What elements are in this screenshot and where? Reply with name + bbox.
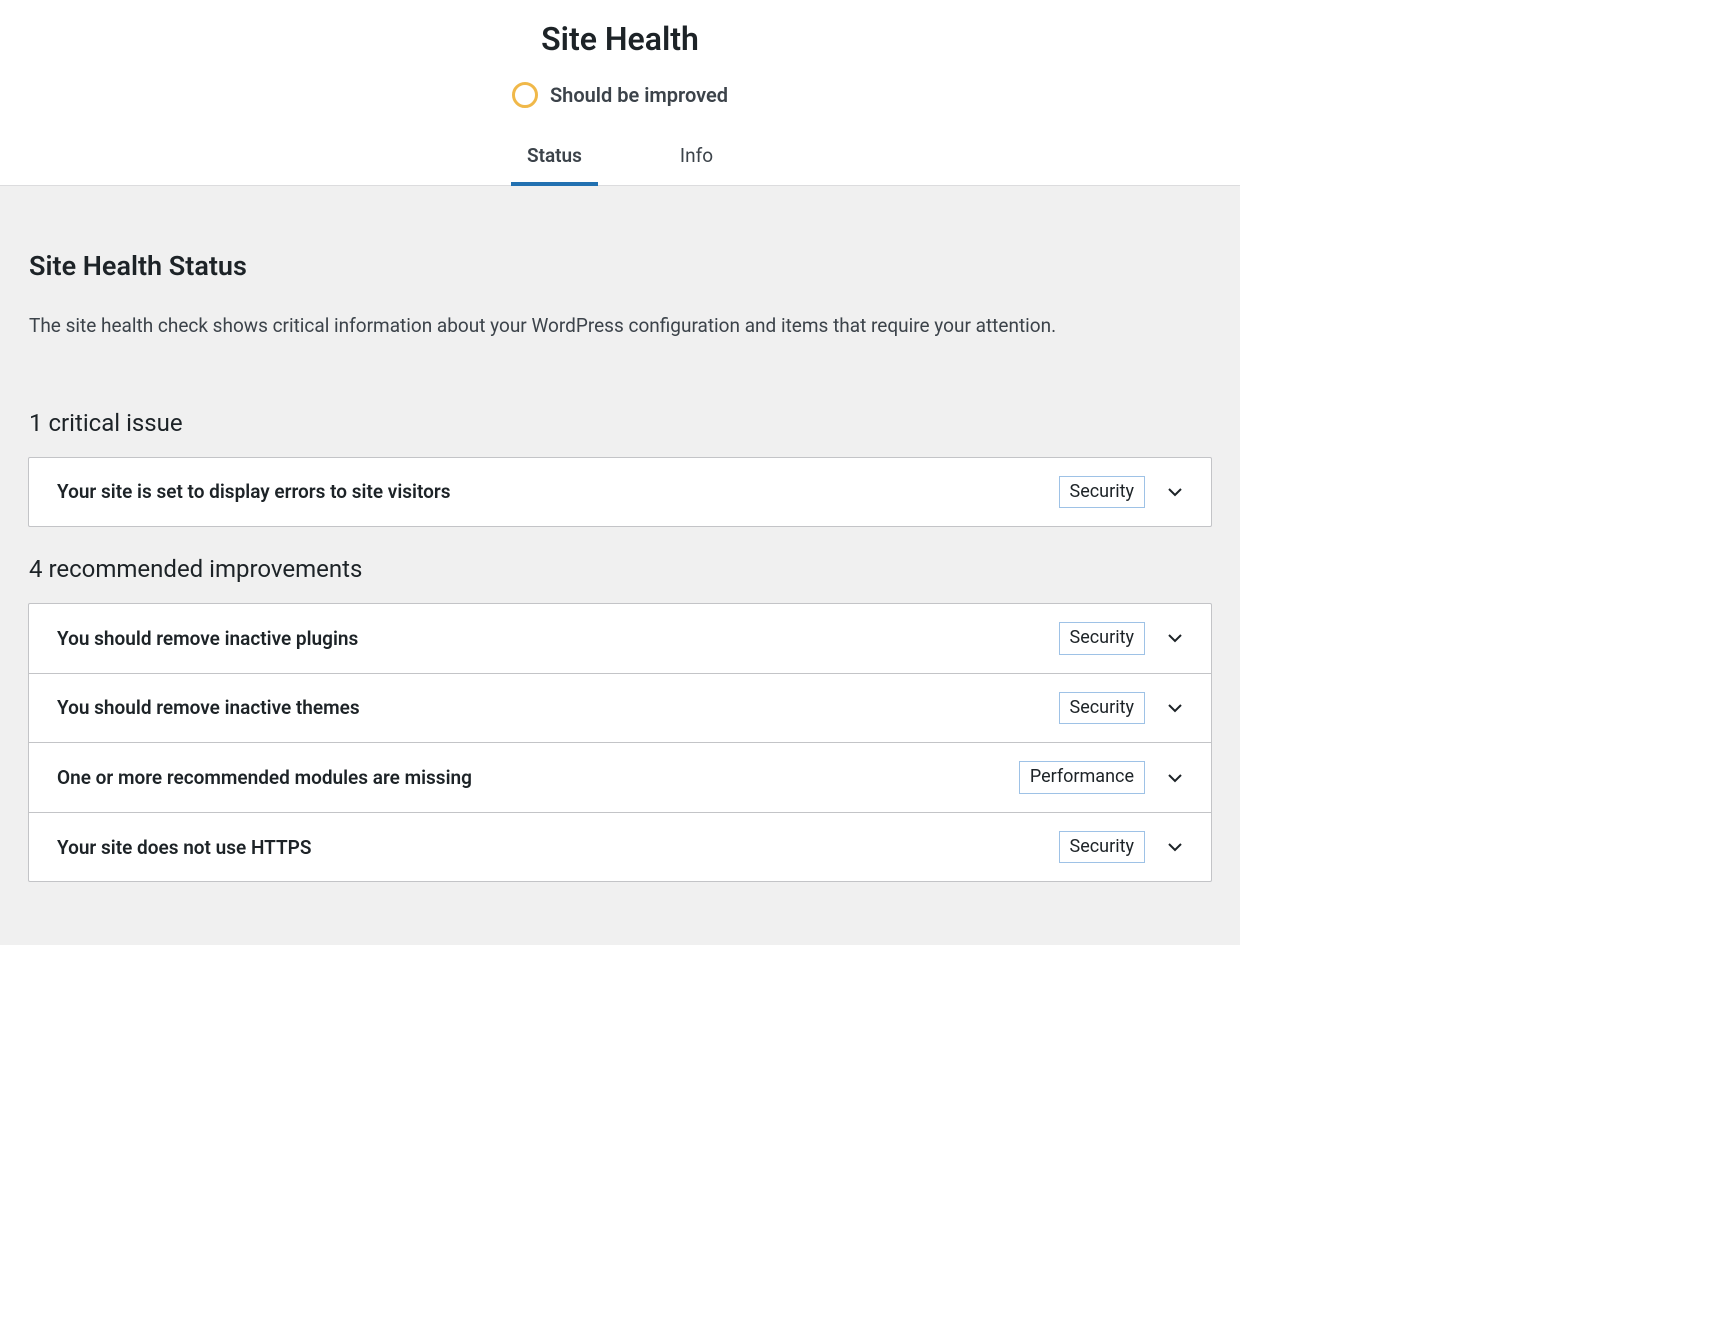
chevron-down-icon <box>1167 630 1183 646</box>
tab-info-label: Info <box>680 144 713 167</box>
recommended-list: You should remove inactive plugins Secur… <box>28 603 1212 882</box>
critical-issue-item[interactable]: Your site is set to display errors to si… <box>29 458 1211 527</box>
status-label: Should be improved <box>550 83 728 107</box>
section-description: The site health check shows critical inf… <box>28 312 1212 381</box>
chevron-down-icon <box>1167 839 1183 855</box>
page-title: Site Health <box>0 14 1240 76</box>
status-progress-icon <box>512 82 538 108</box>
page-header: Site Health Should be improved Status In… <box>0 0 1240 185</box>
issue-title: You should remove inactive plugins <box>57 627 358 650</box>
health-status-indicator: Should be improved <box>0 76 1240 126</box>
chevron-down-icon <box>1167 484 1183 500</box>
issue-title: You should remove inactive themes <box>57 696 360 719</box>
chevron-down-icon <box>1167 770 1183 786</box>
issue-meta: Security <box>1059 476 1183 509</box>
issue-title: One or more recommended modules are miss… <box>57 766 472 789</box>
issue-meta: Security <box>1059 831 1183 864</box>
tab-info[interactable]: Info <box>666 134 727 185</box>
site-health-page: Site Health Should be improved Status In… <box>0 0 1240 950</box>
issue-badge: Performance <box>1019 761 1145 794</box>
recommended-heading: 4 recommended improvements <box>28 527 1212 603</box>
issue-badge: Security <box>1059 476 1145 509</box>
tab-bar: Status Info <box>0 126 1240 185</box>
section-title: Site Health Status <box>28 186 1212 312</box>
issue-badge: Security <box>1059 831 1145 864</box>
recommended-item[interactable]: You should remove inactive plugins Secur… <box>29 604 1211 673</box>
critical-issues-heading: 1 critical issue <box>28 381 1212 457</box>
recommended-item[interactable]: Your site does not use HTTPS Security <box>29 812 1211 882</box>
content-area: Site Health Status The site health check… <box>0 185 1240 945</box>
issue-title: Your site is set to display errors to si… <box>57 480 450 503</box>
chevron-down-icon <box>1167 700 1183 716</box>
issue-title: Your site does not use HTTPS <box>57 836 311 859</box>
recommended-item[interactable]: You should remove inactive themes Securi… <box>29 673 1211 743</box>
recommended-item[interactable]: One or more recommended modules are miss… <box>29 742 1211 812</box>
issue-badge: Security <box>1059 692 1145 725</box>
issue-meta: Performance <box>1019 761 1183 794</box>
tab-status[interactable]: Status <box>513 134 596 185</box>
tab-status-label: Status <box>527 144 582 167</box>
issue-meta: Security <box>1059 622 1183 655</box>
issue-meta: Security <box>1059 692 1183 725</box>
issue-badge: Security <box>1059 622 1145 655</box>
critical-issues-list: Your site is set to display errors to si… <box>28 457 1212 528</box>
